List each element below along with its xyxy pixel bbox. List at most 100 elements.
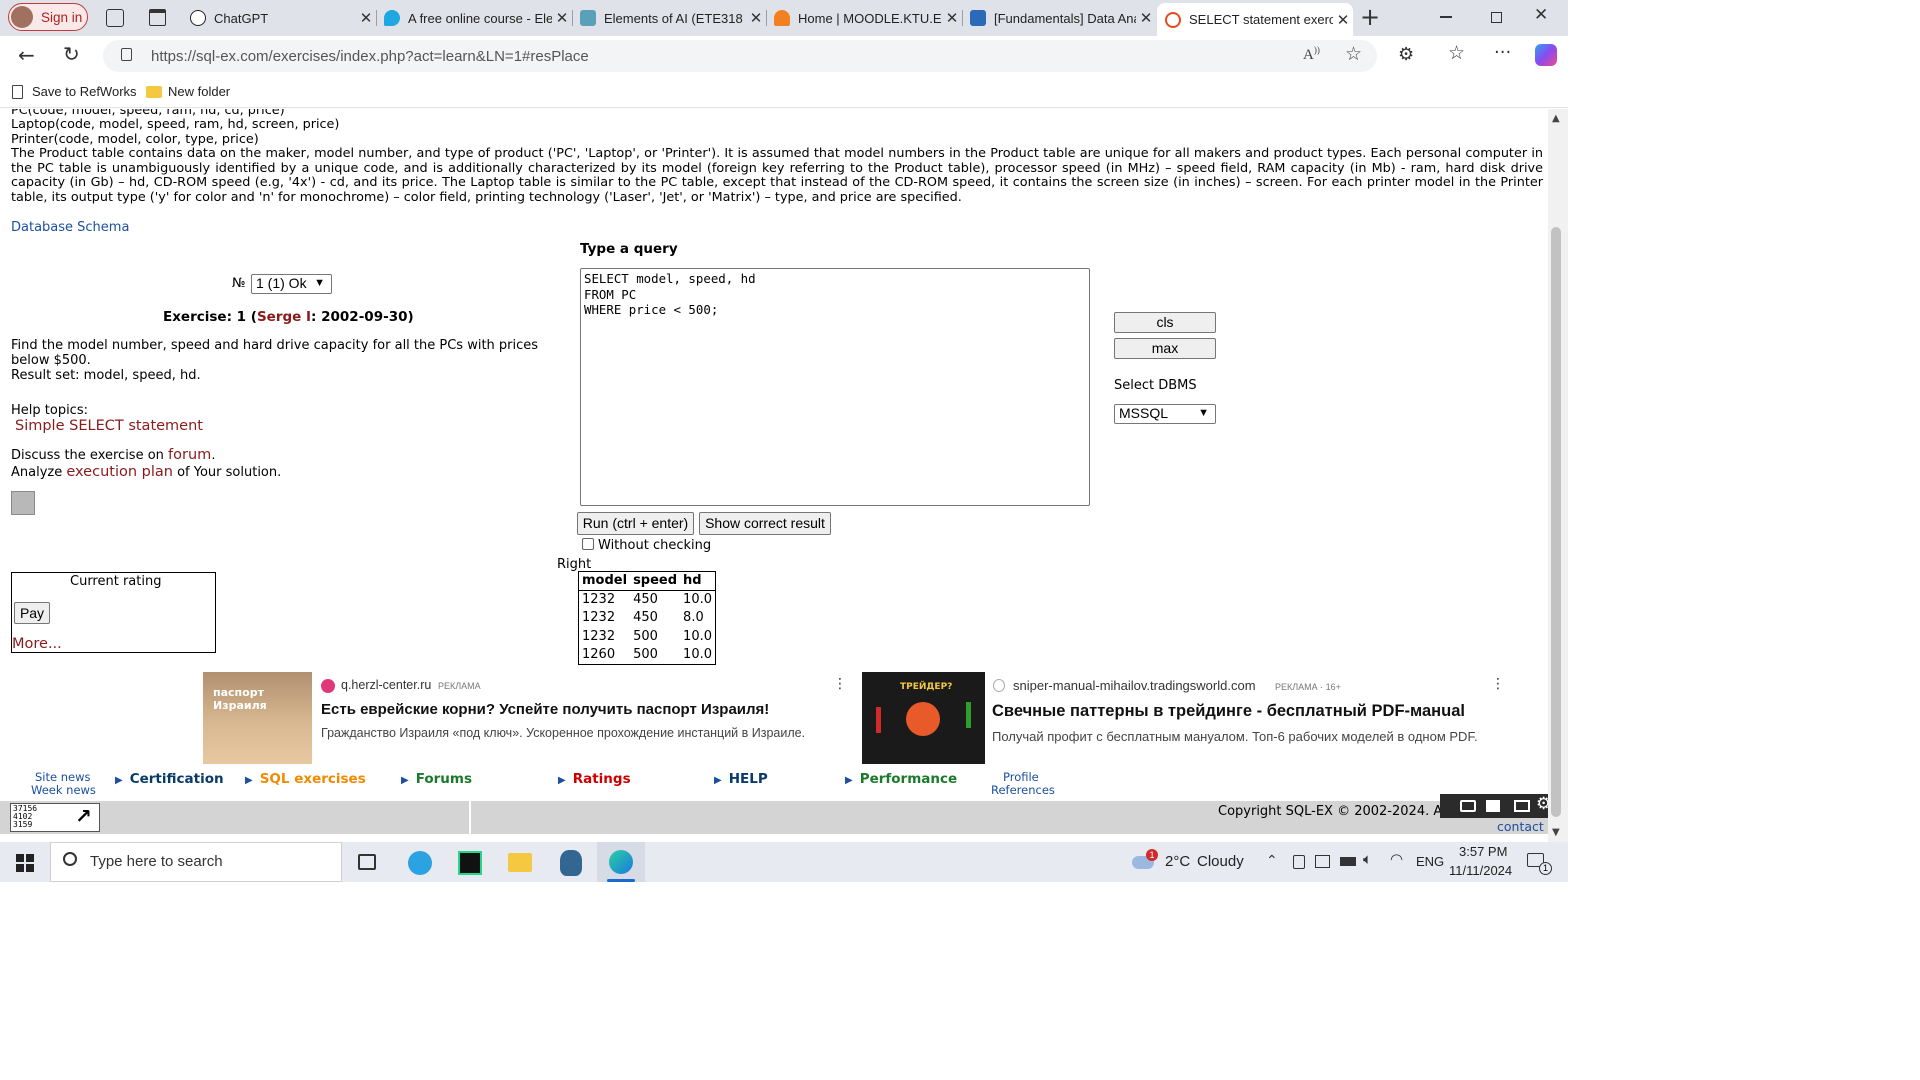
close-icon[interactable]: ✕	[1136, 9, 1156, 27]
show-correct-result-button[interactable]: Show correct result	[699, 512, 831, 535]
ad-text: Получай профит с бесплатным мануалом. То…	[992, 729, 1478, 744]
ad-menu-icon[interactable]: ⋮	[833, 676, 847, 692]
lock-icon[interactable]	[121, 48, 132, 61]
new-tab-button[interactable]: +	[1360, 3, 1380, 31]
discuss-line: Discuss the exercise on forum.	[11, 447, 216, 463]
max-button[interactable]: max	[1114, 338, 1216, 359]
ad-banner-2[interactable]: ТРЕЙДЕР? sniper-manual-mihailov.tradings…	[862, 672, 1512, 764]
telegram-icon[interactable]	[408, 851, 432, 875]
close-icon[interactable]: ✕	[356, 9, 376, 27]
scroll-down-icon[interactable]: ▼	[1552, 827, 1560, 838]
tab-elements-course[interactable]: A free online course - Ele ✕	[378, 2, 572, 34]
diamond-icon[interactable]	[11, 491, 35, 515]
nav-forums[interactable]: ▶ Forums	[401, 771, 472, 787]
query-textarea[interactable]: SELECT model, speed, hd FROM PC WHERE pr…	[580, 268, 1090, 506]
tray-monitor-icon[interactable]	[1315, 855, 1330, 868]
run-button[interactable]: Run (ctrl + enter)	[577, 512, 694, 535]
window-icon[interactable]	[1514, 800, 1530, 812]
camera-icon[interactable]	[1460, 800, 1476, 812]
workspaces-icon[interactable]	[106, 9, 124, 27]
exercise-select[interactable]: 1 (1) Ok ▼	[251, 274, 332, 294]
execution-plan-link[interactable]: execution plan	[66, 464, 173, 480]
extensions-icon[interactable]: ⚙	[1398, 44, 1414, 65]
video-icon[interactable]	[1486, 800, 1500, 812]
nav-ratings[interactable]: ▶ Ratings	[558, 771, 631, 787]
weather-temp[interactable]: 2°C	[1165, 853, 1190, 870]
edge-taskbar-button[interactable]	[597, 842, 645, 882]
forum-link[interactable]: forum	[168, 447, 211, 463]
tab-sql-ex[interactable]: SELECT statement exerci ✕	[1157, 3, 1353, 36]
tab-fundamentals[interactable]: [Fundamentals] Data Ana ✕	[964, 2, 1156, 34]
site-news-link[interactable]: Site news	[35, 770, 91, 784]
scroll-up-icon[interactable]: ▲	[1552, 113, 1560, 124]
page-scrollbar[interactable]: ▲ ▼	[1548, 109, 1568, 842]
database-schema-link[interactable]: Database Schema	[11, 220, 129, 235]
close-icon[interactable]: ✕	[942, 9, 962, 27]
tab-strip: Sign in ChatGPT ✕ A free online course -…	[0, 0, 1568, 36]
copilot-icon[interactable]	[1535, 44, 1557, 66]
tab-actions-icon[interactable]	[149, 9, 166, 26]
nav-help[interactable]: ▶ HELP	[714, 771, 768, 787]
wifi-icon[interactable]: ◠	[1390, 850, 1403, 868]
restore-button[interactable]	[1491, 12, 1502, 23]
tab-elements-ete318[interactable]: Elements of AI (ETE318 2 ✕	[574, 2, 766, 34]
close-icon[interactable]: ✕	[552, 9, 572, 27]
tab-moodle[interactable]: Home | MOODLE.KTU.EDU ✕	[768, 2, 962, 34]
scroll-thumb[interactable]	[1551, 227, 1561, 817]
close-icon[interactable]: ✕	[746, 9, 766, 27]
cls-button[interactable]: cls	[1114, 312, 1216, 333]
without-checking-checkbox[interactable]	[582, 538, 594, 550]
chevron-up-icon[interactable]: ⌃	[1266, 852, 1278, 869]
file-explorer-icon[interactable]	[508, 853, 532, 872]
back-icon[interactable]: ←	[18, 43, 35, 67]
url-text[interactable]: https://sql-ex.com/exercises/index.php?a…	[151, 48, 589, 65]
more-link[interactable]: More...	[12, 636, 62, 652]
dbms-select[interactable]: MSSQL ▼	[1114, 404, 1216, 424]
result-table: model speed hd 1232 450 10.0 1232 450 8.0 12…	[578, 571, 716, 665]
volume-icon[interactable]: 🔈︎	[1363, 851, 1372, 868]
ad-menu-icon[interactable]: ⋮	[1491, 676, 1505, 692]
clock-date[interactable]: 11/11/2024	[1449, 863, 1512, 878]
ad-banner-1[interactable]: паспорт Израиля q.herzl-center.ru РЕКЛАМ…	[203, 672, 853, 764]
windows-start-icon[interactable]	[16, 854, 34, 872]
author-link[interactable]: Serge I	[257, 309, 311, 325]
refresh-icon[interactable]: ↻	[63, 42, 80, 66]
more-icon[interactable]: ···	[1494, 42, 1511, 63]
star-icon[interactable]: ☆	[1345, 43, 1362, 65]
help-topic-link[interactable]: Simple SELECT statement	[15, 418, 203, 434]
taskbar-search[interactable]: Type here to search	[50, 842, 342, 882]
close-icon[interactable]: ✕	[1333, 11, 1353, 29]
task-view-icon[interactable]	[358, 854, 376, 870]
pay-button[interactable]: Pay	[14, 602, 50, 624]
avatar	[11, 6, 33, 28]
exercise-number-label: №	[232, 276, 246, 291]
nav-performance[interactable]: ▶ Performance	[845, 771, 957, 787]
signin-button[interactable]: Sign in	[8, 3, 88, 31]
minimize-button[interactable]	[1440, 16, 1452, 18]
battery-icon[interactable]	[1340, 857, 1356, 866]
counter-widget[interactable]: 37156 4102 3159 ↗	[10, 803, 100, 832]
nav-sql-exercises[interactable]: ▶ SQL exercises	[245, 771, 366, 787]
triangle-icon: ▶	[714, 775, 722, 786]
profile-link[interactable]: Profile	[1003, 770, 1039, 784]
language-indicator[interactable]: ENG	[1416, 854, 1444, 869]
tab-chatgpt[interactable]: ChatGPT ✕	[180, 2, 376, 34]
read-aloud-icon[interactable]: A))	[1303, 45, 1320, 64]
pycharm-icon[interactable]	[458, 851, 482, 875]
postgres-icon[interactable]	[560, 850, 582, 876]
references-link[interactable]: References	[991, 783, 1055, 797]
gear-icon[interactable]: ⚙	[1536, 794, 1548, 814]
favorites-icon[interactable]: ☆	[1448, 42, 1465, 64]
contact-link[interactable]: contact	[1497, 819, 1544, 834]
tray-app-icon[interactable]	[1293, 855, 1305, 869]
fav-new-folder[interactable]: New folder	[146, 84, 230, 99]
weather-desc[interactable]: Cloudy	[1197, 853, 1244, 870]
clock-time[interactable]: 3:57 PM	[1459, 844, 1507, 859]
nav-certification[interactable]: ▶ Certification	[115, 771, 224, 787]
ad-text: Гражданство Израиля «под ключ». Ускоренн…	[321, 726, 806, 740]
ad-image: ТРЕЙДЕР?	[862, 672, 985, 764]
address-bar[interactable]: https://sql-ex.com/exercises/index.php?a…	[103, 40, 1377, 72]
week-news-link[interactable]: Week news	[31, 783, 96, 797]
close-window-button[interactable]: ✕	[1534, 5, 1548, 25]
fav-save-to-refworks[interactable]: Save to RefWorks	[12, 84, 137, 99]
